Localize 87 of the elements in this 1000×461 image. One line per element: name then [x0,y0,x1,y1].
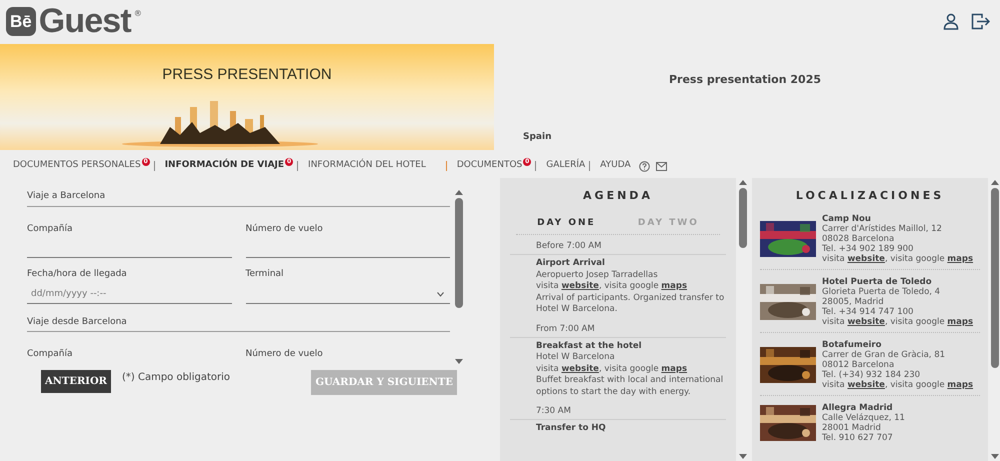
agenda-item-title: Breakfast at the hotel [536,340,643,352]
location-name: Allegra Madrid [822,402,894,412]
nav-tab[interactable]: GALERÍA [546,159,586,173]
location-name: Botafumeiro [822,340,882,350]
website-link[interactable]: website [561,281,599,291]
chevron-down-icon [437,292,444,296]
section-title: Viaje a Barcelona [27,188,450,206]
website-link[interactable]: website [561,364,599,374]
location-city: 08028 Barcelona [822,234,896,244]
visit-google-label: , visita google [884,316,945,326]
visit-label: visita [822,316,845,326]
field-label: Compañía [27,222,74,236]
location-address: Carrer d'Arístides Maillol, 12 [822,224,943,234]
location-phone: Tel. 910 627 707 [822,432,894,442]
field-label: Número de vuelo [246,348,324,361]
mail-icon[interactable] [656,162,667,170]
agenda-description: Arrival of participants. Organized transfer to Hotel W Barcelona. [536,292,726,316]
user-icon[interactable] [943,12,959,30]
location-city: 08012 Barcelona [822,360,896,370]
day-tab[interactable]: DAY ONE [537,216,596,230]
scroll-down-icon[interactable] [454,358,464,366]
nav-tab[interactable]: INFORMACIÓN DE VIAJE [164,159,284,173]
location-phone: Tel. +34 902 189 900 [822,244,914,254]
date-field[interactable]: dd/mm/yyyy --:-- [27,286,232,304]
visit-google-label: , visita google [598,281,659,291]
maps-link[interactable]: maps [947,316,974,326]
locations-title: LOCALIZACIONES [794,188,946,204]
save-next-button: GUARDAR Y SIGUIENTE [311,370,457,395]
nav-tab[interactable]: AYUDA [600,159,631,173]
logout-icon[interactable] [971,12,990,30]
visit-google-label: , visita google [884,380,945,390]
website-link[interactable]: website [847,316,885,326]
agenda-time: 7:30 AM [510,400,726,420]
scroll-up-icon[interactable] [454,188,464,196]
visit-google-label: , visita google [598,364,659,374]
agenda-item-title: Transfer to HQ [536,423,607,434]
maps-link[interactable]: maps [661,281,688,291]
scrollbar-thumb[interactable] [455,198,463,308]
required-note: (*) Campo obligatorio [122,371,230,385]
location-address: Carrer de Gran de Gràcia, 81 [822,350,946,360]
nav-tab[interactable]: DOCUMENTOS PERSONALES [13,159,141,173]
nav-tab[interactable]: DOCUMENTOS [456,159,522,173]
maps-link[interactable]: maps [947,380,974,390]
scrollbar-thumb[interactable] [739,188,747,248]
website-link[interactable]: website [847,254,885,264]
visit-label: visita [822,380,845,390]
nav-tab[interactable]: INFORMACIÓN DEL HOTEL [308,159,426,173]
field-label: Compañía [27,348,74,361]
location-phone: Tel. +34 914 747 100 [822,306,914,316]
scroll-up-icon[interactable] [990,178,1000,186]
agenda-place: Aeropuerto Josep Tarradellas [536,270,659,281]
agenda-title: AGENDA [582,188,654,204]
banner-title: PRESS PRESENTATION [162,65,332,85]
logo-mark: Bē [6,6,36,36]
location-address: Calle Velázquez, 11 [822,412,905,422]
registered-mark: ® [134,8,142,20]
location-city: 28001 Madrid [822,422,882,432]
maps-link[interactable]: maps [947,254,974,264]
field-label: Fecha/hora de llegada [27,268,128,281]
agenda-time: Before 7:00 AM [510,235,726,255]
scroll-down-icon[interactable] [990,453,1000,461]
agenda-time: From 7:00 AM [510,318,726,338]
event-title: Press presentation 2025 [668,72,822,88]
event-country: Spain [523,130,552,144]
maps-link[interactable]: maps [661,364,688,374]
field-label: Número de vuelo [246,222,324,236]
scroll-down-icon[interactable] [738,453,748,461]
scroll-up-icon[interactable] [738,178,748,186]
agenda-item-title: Airport Arrival [536,258,606,270]
help-icon[interactable] [638,160,650,172]
visit-label: visita [536,281,559,291]
logo-text: Guest [38,4,131,38]
agenda-place: Hotel W Barcelona [536,352,616,364]
visit-google-label: , visita google [884,254,945,264]
visit-label: visita [822,254,845,264]
location-name: Hotel Puerta de Toledo [822,276,933,286]
website-link[interactable]: website [847,380,885,390]
field-label: Terminal [246,268,285,281]
agenda-description: Buffet breakfast with local and international options to start the day with energy. [536,375,724,398]
location-name: Camp Nou [822,214,872,224]
section-title: Viaje desde Barcelona [27,314,450,332]
location-address: Glorieta Puerta de Toledo, 4 [822,286,942,296]
visit-label: visita [536,364,559,374]
scrollbar-thumb[interactable] [991,188,999,368]
back-button[interactable]: ANTERIOR [41,370,111,393]
location-phone: Tel. (+34) 932 184 230 [822,370,922,380]
location-city: 28005, Madrid [822,296,885,306]
